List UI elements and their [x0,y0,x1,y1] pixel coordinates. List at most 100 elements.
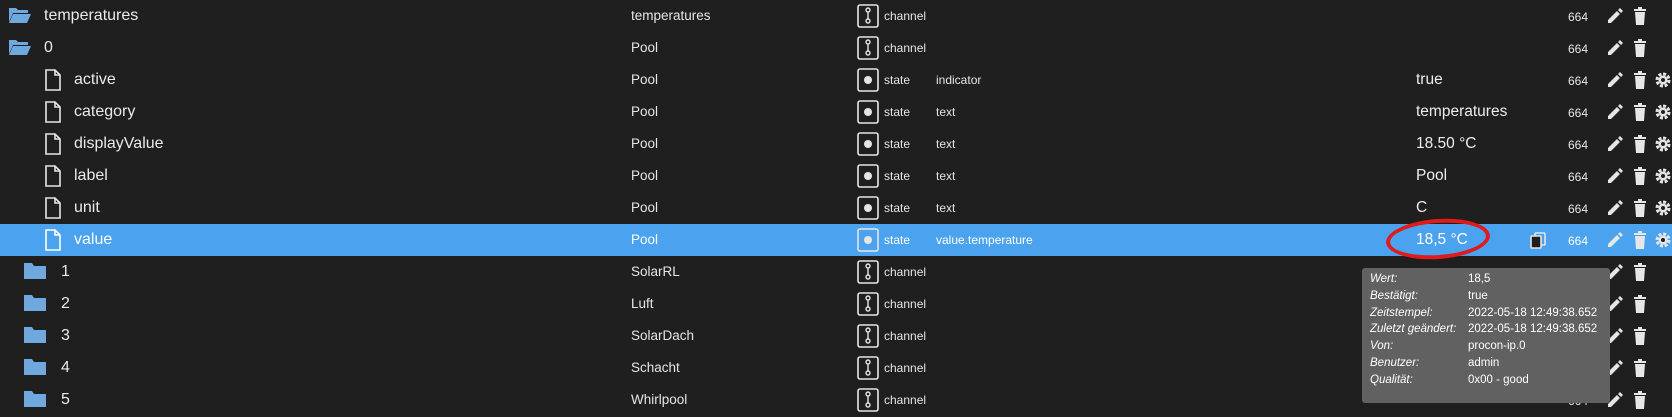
object-permissions: 664 [1568,170,1589,184]
edit-icon[interactable] [1605,38,1625,58]
object-role: indicator [936,73,982,87]
tooltip-key: Zuletzt geändert: [1370,323,1457,336]
delete-icon[interactable] [1630,6,1650,26]
tooltip-value: admin [1468,357,1500,369]
tooltip-value: procon-ip.0 [1468,340,1526,353]
gear-icon[interactable] [1653,198,1672,218]
object-value[interactable]: true [1416,71,1443,89]
folder-icon[interactable] [23,325,47,347]
tree-row-temperatures[interactable]: temperatures temperatures channel 664 [0,0,1672,32]
edit-icon[interactable] [1605,6,1625,26]
delete-icon[interactable] [1630,134,1650,154]
file-icon [44,165,68,187]
object-name: 3 [61,327,70,344]
channel-icon [857,388,879,412]
edit-icon[interactable] [1605,198,1625,218]
delete-icon[interactable] [1630,358,1650,378]
channel-icon [857,4,879,28]
object-role: text [936,105,956,119]
object-type: channel [884,393,927,407]
edit-icon[interactable] [1605,134,1625,154]
edit-icon[interactable] [1605,70,1625,90]
edit-icon[interactable] [1605,102,1625,122]
tree-row-label[interactable]: label Pool state text Pool 664 [0,160,1672,192]
tooltip-key: Von: [1370,340,1394,353]
state-icon [857,196,879,220]
state-icon [857,100,879,124]
copy-icon[interactable] [1528,230,1548,250]
delete-icon[interactable] [1630,102,1650,122]
object-permissions: 664 [1568,138,1589,152]
object-permissions: 664 [1568,74,1589,88]
folder-open-icon[interactable] [8,5,32,27]
value-tooltip: Wert: 18,5 Bestätigt: true Zeitstempel: 2022-… [1362,268,1610,403]
object-name: value [74,231,113,248]
object-type: state [884,137,911,151]
gear-icon[interactable] [1653,134,1672,154]
delete-icon[interactable] [1630,262,1650,282]
gear-icon[interactable] [1653,102,1672,122]
object-value[interactable]: 18.50 °C [1416,135,1477,153]
folder-icon[interactable] [23,293,47,315]
object-value[interactable]: Pool [1416,167,1447,185]
tree-row-category[interactable]: category Pool state text temperatures 664 [0,96,1672,128]
tree-row-active[interactable]: active Pool state indicator true 664 [0,64,1672,96]
object-room: Whirlpool [631,392,688,407]
tree-row-unit[interactable]: unit Pool state text C 664 [0,192,1672,224]
object-name: 4 [61,359,70,376]
gear-icon[interactable] [1653,230,1672,250]
tooltip-value: 2022-05-18 12:49:38.652 [1468,323,1598,336]
tooltip-value: 0x00 - good [1468,373,1529,386]
tooltip-key: Zeitstempel: [1370,306,1433,319]
edit-icon[interactable] [1605,230,1625,250]
channel-icon [857,292,879,316]
delete-icon[interactable] [1630,294,1650,314]
object-permissions: 664 [1568,202,1589,216]
object-name: displayValue [74,135,164,152]
object-name: label [74,167,108,184]
edit-icon[interactable] [1605,166,1625,186]
object-value[interactable]: C [1416,199,1427,217]
object-name: temperatures [44,7,139,24]
gear-icon[interactable] [1653,166,1672,186]
object-room: SolarDach [631,328,695,343]
object-value[interactable]: temperatures [1416,103,1507,121]
object-room: Luft [631,296,654,311]
object-room: Pool [631,104,659,119]
object-type: state [884,169,911,183]
folder-icon[interactable] [23,357,47,379]
tooltip-key: Qualität: [1370,373,1413,386]
delete-icon[interactable] [1630,166,1650,186]
file-icon [44,229,68,251]
object-name: 1 [61,263,70,280]
delete-icon[interactable] [1630,198,1650,218]
folder-icon[interactable] [23,261,47,283]
object-room: Schacht [631,360,680,375]
object-name: 5 [61,391,70,408]
tooltip-value: 18,5 [1468,273,1491,285]
object-type: state [884,105,911,119]
object-room: Pool [631,72,659,87]
tree-row-displayValue[interactable]: displayValue Pool state text 18.50 °C 664 [0,128,1672,160]
object-name: category [74,103,136,120]
folder-icon[interactable] [23,389,47,411]
object-room: Pool [631,40,659,55]
object-type: channel [884,9,927,23]
gear-icon[interactable] [1653,70,1672,90]
file-icon [44,133,68,155]
delete-icon[interactable] [1630,390,1650,410]
object-type: channel [884,297,927,311]
object-permissions: 664 [1568,10,1589,24]
delete-icon[interactable] [1630,230,1650,250]
delete-icon[interactable] [1630,326,1650,346]
state-icon [857,228,879,252]
channel-icon [857,324,879,348]
delete-icon[interactable] [1630,70,1650,90]
state-icon [857,68,879,92]
object-name: unit [74,199,100,216]
tree-row-0[interactable]: 0 Pool channel 664 [0,32,1672,64]
object-type: state [884,233,911,247]
channel-icon [857,260,879,284]
folder-open-icon[interactable] [8,37,32,59]
delete-icon[interactable] [1630,38,1650,58]
